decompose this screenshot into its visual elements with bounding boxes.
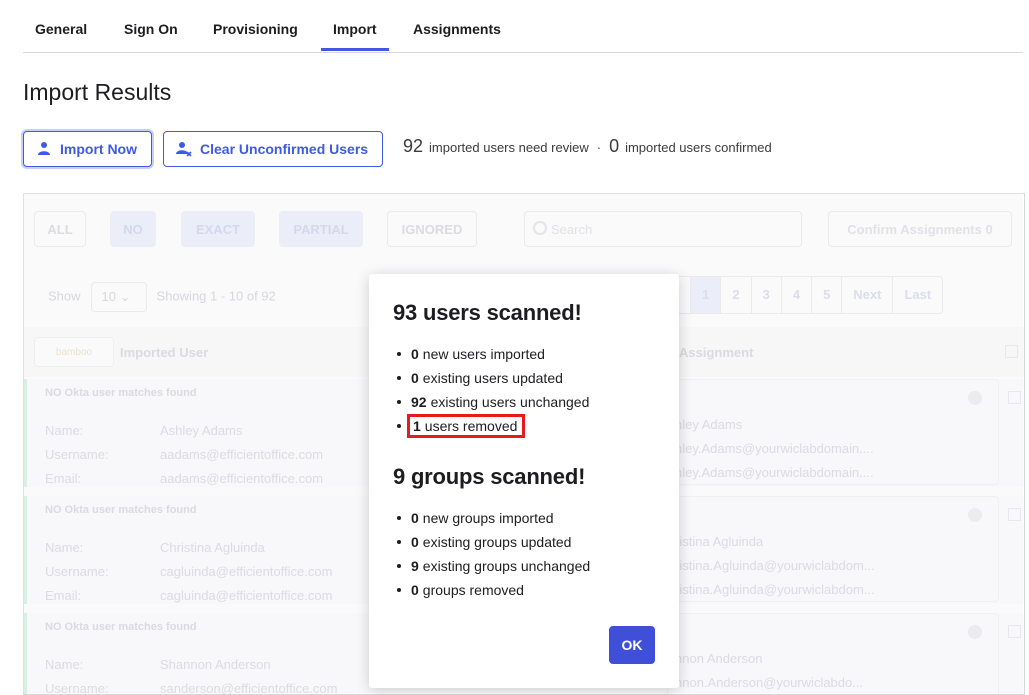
ok-button[interactable]: OK (609, 626, 655, 664)
list-item: 0 new groups imported (393, 506, 590, 530)
groups-summary-list: 0 new groups imported 0 existing groups up… (393, 506, 590, 602)
list-item: 0 new users imported (393, 342, 589, 366)
list-item: 0 existing users updated (393, 366, 589, 390)
groups-scanned-title: 9 groups scanned! (393, 464, 586, 489)
stats-separator: · (596, 140, 602, 155)
clear-unconfirmed-users-button[interactable]: Clear Unconfirmed Users (163, 131, 383, 167)
review-count: 92 (403, 136, 424, 156)
tab-import[interactable]: Import (333, 21, 377, 37)
review-label: imported users need review (429, 140, 589, 155)
tab-provisioning[interactable]: Provisioning (213, 21, 298, 37)
list-item: 92 existing users unchanged (393, 390, 589, 414)
tab-general[interactable]: General (35, 21, 87, 37)
list-item: 0 groups removed (393, 578, 590, 602)
users-summary-list: 0 new users imported 0 existing users upda… (393, 342, 589, 438)
import-user-icon (36, 141, 52, 157)
list-item: 9 existing groups unchanged (393, 554, 590, 578)
clear-unconfirmed-label: Clear Unconfirmed Users (200, 141, 369, 157)
import-summary-dialog: 93 users scanned! 0 new users imported 0e… (369, 274, 679, 688)
list-item: 0 existing groups updated (393, 530, 590, 554)
active-tab-indicator (321, 48, 389, 51)
tab-sign-on[interactable]: Sign On (124, 21, 178, 37)
remove-user-icon (176, 141, 192, 157)
import-now-label: Import Now (60, 141, 137, 157)
tab-bar: General Sign On Provisioning Import Assi… (23, 0, 1023, 53)
import-now-button[interactable]: Import Now (23, 131, 152, 167)
import-stats: 92 imported users need review · 0 imported u… (403, 136, 772, 157)
list-item: 1 users removed (393, 414, 589, 438)
confirmed-label: imported users confirmed (625, 140, 772, 155)
page-title: Import Results (23, 79, 172, 105)
tab-assignments[interactable]: Assignments (413, 21, 501, 37)
users-removed-highlight: 1 users removed (406, 414, 526, 438)
users-scanned-title: 93 users scanned! (393, 300, 582, 325)
confirmed-count: 0 (609, 136, 620, 156)
